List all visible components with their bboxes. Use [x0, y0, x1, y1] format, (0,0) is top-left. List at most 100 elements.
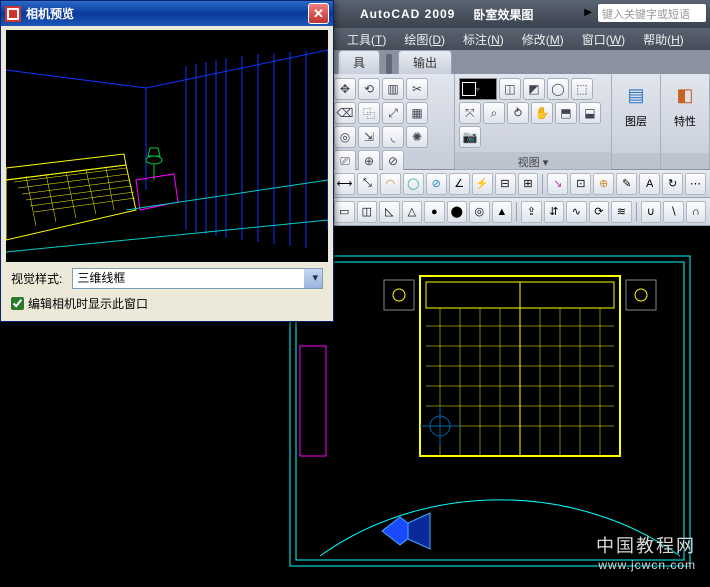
show-window-checkbox[interactable] [11, 297, 24, 310]
tb-subtract-icon[interactable]: ∖ [663, 201, 684, 223]
tb-presspull-icon[interactable]: ⇵ [544, 201, 565, 223]
visual-style-swatch[interactable]: ▾ [459, 78, 497, 100]
tb-torus-icon[interactable]: ◎ [469, 201, 490, 223]
stretch-icon[interactable]: ⇲ [358, 126, 380, 148]
panel-layer-title [612, 153, 660, 169]
tb-box-icon[interactable]: ◫ [357, 201, 378, 223]
keyword-search-input[interactable]: 键入关键字或短语 [598, 4, 706, 22]
tb-arc-icon[interactable]: ◠ [380, 173, 401, 195]
tab-tool[interactable]: 具 [338, 50, 380, 74]
join-icon[interactable]: ⊕ [358, 150, 380, 172]
tb-continue-icon[interactable]: ⊞ [518, 173, 539, 195]
panel-layer: ▤ 图层 [612, 74, 661, 169]
explode-icon[interactable]: ✺ [406, 126, 428, 148]
menu-draw[interactable]: 绘图(D) [395, 31, 454, 48]
align-icon[interactable]: ⎚ [334, 150, 356, 172]
cylinder-icon[interactable]: ⬚ [571, 78, 593, 100]
view-top-icon[interactable]: ⬒ [555, 102, 577, 124]
orbit-icon[interactable]: ⥁ [507, 102, 529, 124]
tb-diameter-icon[interactable]: ⊘ [426, 173, 447, 195]
tb-baseline-icon[interactable]: ⊟ [495, 173, 516, 195]
camera-app-icon [5, 6, 21, 22]
tb-sweep-icon[interactable]: ∿ [566, 201, 587, 223]
camera-glyph[interactable] [382, 513, 430, 549]
search-arrow-icon: ▶ [584, 7, 592, 18]
trim-icon[interactable]: ✂ [406, 78, 428, 100]
layer-props-button[interactable]: ▤ 图层 [616, 78, 656, 132]
panel-view-title[interactable]: 视图 ▾ [455, 152, 611, 172]
erase-icon[interactable]: ⌫ [334, 102, 356, 124]
view-front-icon[interactable]: ⬓ [579, 102, 601, 124]
tb-edit-icon[interactable]: ✎ [616, 173, 637, 195]
tb-text-icon[interactable]: A [639, 173, 660, 195]
ribbon-tabstrip: 具 输出 [330, 50, 710, 74]
app-name: AutoCAD 2009 [360, 7, 455, 21]
tb-intersect-icon[interactable]: ∩ [686, 201, 707, 223]
dialog-close-button[interactable]: ✕ [308, 3, 329, 24]
menu-help[interactable]: 帮助(H) [634, 31, 693, 48]
array-icon[interactable]: ▦ [406, 102, 428, 124]
document-name: 卧室效果图 [473, 6, 533, 23]
tb-style-icon[interactable]: ⋯ [685, 173, 706, 195]
break-icon[interactable]: ⊘ [382, 150, 404, 172]
tb-revolve-icon[interactable]: ⟳ [589, 201, 610, 223]
pan-icon[interactable]: ✋ [531, 102, 553, 124]
visual-style-dropdown[interactable]: 三维线框 [72, 268, 323, 289]
menu-dimension[interactable]: 标注(N) [454, 31, 513, 48]
tb-cylinder2-icon[interactable]: ⬤ [447, 201, 468, 223]
tb-union-icon[interactable]: ∪ [641, 201, 662, 223]
tb-quick-icon[interactable]: ⚡ [472, 173, 493, 195]
tb-radius-icon[interactable]: ◯ [403, 173, 424, 195]
zoom-win-icon[interactable]: ⌕ [483, 102, 505, 124]
tb-sep2 [516, 202, 517, 222]
tb-loft-icon[interactable]: ≋ [611, 201, 632, 223]
tb-polysolid-icon[interactable]: ▭ [334, 201, 355, 223]
tb-leader-icon[interactable]: ↘ [547, 173, 568, 195]
move-icon[interactable]: ✥ [334, 78, 356, 100]
visual-style-label: 视觉样式: [11, 270, 62, 287]
zoom-ext-icon[interactable]: ⤧ [459, 102, 481, 124]
fillet-icon[interactable]: ◟ [382, 126, 404, 148]
tab-output[interactable]: 输出 [398, 50, 452, 74]
tb-wedge-icon[interactable]: ◺ [379, 201, 400, 223]
camera-preview-dialog[interactable]: 相机预览 ✕ [0, 0, 334, 322]
tb-pyramid-icon[interactable]: ▲ [492, 201, 513, 223]
panel-props-title [661, 153, 709, 169]
tb-sphere2-icon[interactable]: ● [424, 201, 445, 223]
panel-props: ◧ 特性 [661, 74, 710, 169]
ucs-marker [420, 406, 460, 446]
panel-modify: ✥ ⟲ ▥ ✂ ⌫ ⿻ ⤢ ▦ ◎ ⇲ ◟ ✺ ⎚ ⊕ ⊘ 修改 ▾ [330, 74, 455, 169]
camera-preview-viewport[interactable] [6, 30, 328, 262]
toolbar-dimension: ⟷ ⤡ ◠ ◯ ⊘ ∠ ⚡ ⊟ ⊞ ↘ ⊡ ⊕ ✎ A ↻ ⋯ [330, 170, 710, 198]
ribbon: ✥ ⟲ ▥ ✂ ⌫ ⿻ ⤢ ▦ ◎ ⇲ ◟ ✺ ⎚ ⊕ ⊘ 修改 ▾ ▾ ◫ ◩… [330, 74, 710, 170]
layer-stack-icon: ▤ [622, 82, 650, 110]
menu-modify[interactable]: 修改(M) [513, 31, 573, 48]
properties-icon: ◧ [671, 82, 699, 110]
rotate3d-icon[interactable]: ⟲ [358, 78, 380, 100]
menu-window[interactable]: 窗口(W) [573, 31, 634, 48]
copy-icon[interactable]: ⿻ [358, 102, 380, 124]
tb-tolerance-icon[interactable]: ⊡ [570, 173, 591, 195]
tb-cone-icon[interactable]: △ [402, 201, 423, 223]
mirror-icon[interactable]: ▥ [382, 78, 404, 100]
sphere-icon[interactable]: ◯ [547, 78, 569, 100]
scale-icon[interactable]: ⤢ [382, 102, 404, 124]
camera-icon[interactable]: 📷 [459, 126, 481, 148]
tb-sep3 [636, 202, 637, 222]
menu-tools[interactable]: 工具(T) [338, 31, 395, 48]
properties-button[interactable]: ◧ 特性 [665, 78, 705, 132]
show-window-checkbox-row[interactable]: 编辑相机时显示此窗口 [1, 293, 333, 314]
dialog-titlebar[interactable]: 相机预览 ✕ [1, 1, 333, 26]
wedge-icon[interactable]: ◩ [523, 78, 545, 100]
tb-aligned-icon[interactable]: ⤡ [357, 173, 378, 195]
tb-linear-icon[interactable]: ⟷ [334, 173, 355, 195]
tb-sep [542, 174, 543, 194]
tb-extrude-icon[interactable]: ⇪ [521, 201, 542, 223]
tb-angular-icon[interactable]: ∠ [449, 173, 470, 195]
box-icon[interactable]: ◫ [499, 78, 521, 100]
offset-icon[interactable]: ◎ [334, 126, 356, 148]
toolbar-solids: ▭ ◫ ◺ △ ● ⬤ ◎ ▲ ⇪ ⇵ ∿ ⟳ ≋ ∪ ∖ ∩ [330, 198, 710, 226]
tb-center-icon[interactable]: ⊕ [593, 173, 614, 195]
tb-update-icon[interactable]: ↻ [662, 173, 683, 195]
visual-style-row: 视觉样式: 三维线框 [1, 262, 333, 293]
